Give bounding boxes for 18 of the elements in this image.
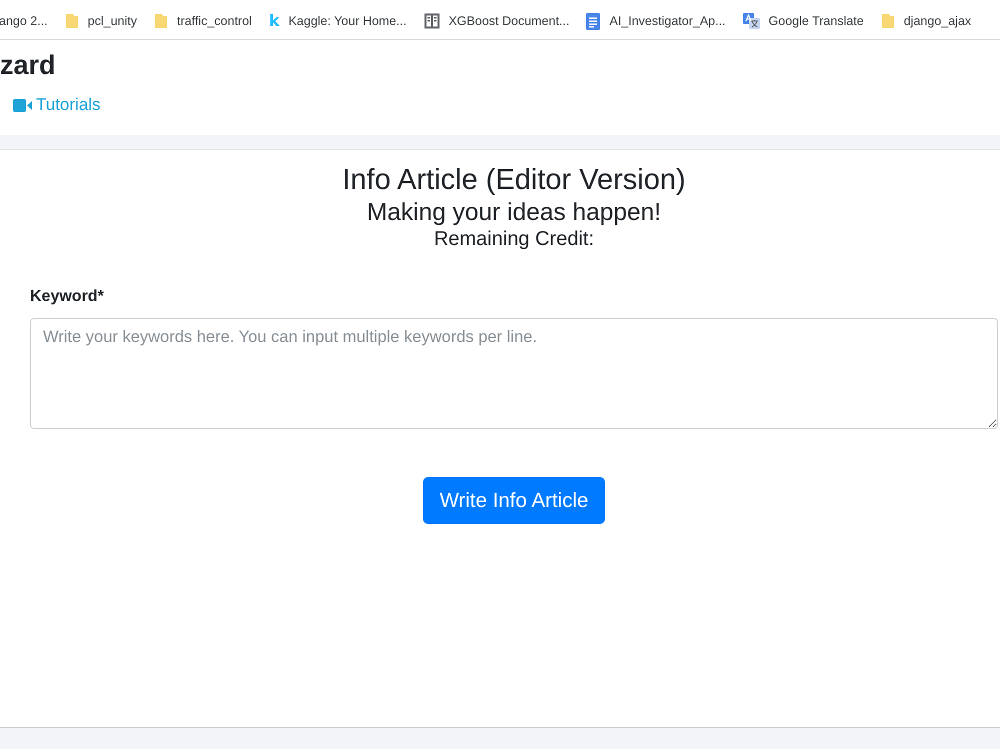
book-icon[interactable] <box>424 13 440 29</box>
document-icon[interactable] <box>586 12 600 30</box>
bookmark-link[interactable]: traffic_control <box>177 14 252 28</box>
bookmark-link[interactable]: pcl_unity <box>88 14 137 28</box>
page-title: Info Article (Editor Version) <box>342 163 686 198</box>
write-article-button[interactable]: Write Info Article <box>422 477 606 524</box>
site-title[interactable]: zard <box>0 49 56 81</box>
credit-label: Remaining Credit: <box>434 227 594 251</box>
keyword-field[interactable]: Write your keywords here. You can input multiple keywords per line. <box>30 318 998 429</box>
bookmark-link[interactable]: django_ajax <box>904 14 972 28</box>
page-subtitle: Making your ideas happen! <box>366 198 662 227</box>
video-camera-icon <box>13 98 32 112</box>
bookmark-link[interactable]: AI_Investigator_Ap... <box>609 14 726 28</box>
translate-icon[interactable] <box>742 13 760 29</box>
bookmark-link[interactable]: Kaggle: Your Home... <box>288 14 407 28</box>
field-label: Keyword* <box>30 287 104 307</box>
bookmark-link[interactable]: Google Translate <box>768 14 864 28</box>
bookmark-link[interactable]: XGBoost Document... <box>448 14 570 28</box>
